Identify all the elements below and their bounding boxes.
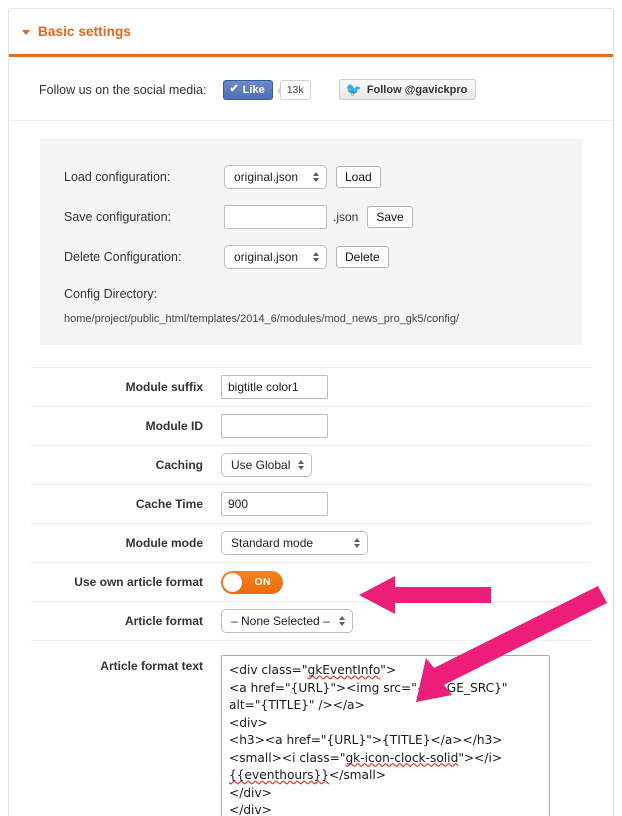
code-line-4: <div>: [229, 715, 268, 730]
twitter-bird-icon: 🐦: [345, 82, 362, 97]
row-article-format-text: Article format text <div class="gkEventI…: [31, 640, 591, 816]
caching-value: Use Global: [231, 458, 291, 472]
module-id-input[interactable]: [221, 414, 328, 438]
load-button[interactable]: Load: [336, 166, 381, 188]
settings-form: Module suffix Module ID Caching Use Glob…: [31, 367, 591, 816]
article-format-text-textarea[interactable]: <div class="gkEventInfo"> <a href="{URL}…: [221, 655, 550, 816]
module-suffix-input[interactable]: [221, 375, 328, 399]
toggle-knob: [223, 572, 242, 592]
page-title: Basic settings: [38, 24, 131, 39]
code-line-5: <h3><a href="{URL}">{TITLE}</a></h3>: [229, 733, 503, 747]
configuration-box: Load configuration: original.json Load S…: [40, 139, 582, 345]
code-line-1-b: gkEventInfo: [307, 663, 381, 677]
social-label: Follow us on the social media:: [39, 82, 207, 97]
module-mode-value: Standard mode: [231, 536, 314, 550]
caching-label: Caching: [155, 458, 203, 472]
chevron-updown-icon: [354, 538, 360, 548]
delete-button[interactable]: Delete: [336, 246, 389, 268]
module-mode-select[interactable]: Standard mode: [221, 531, 368, 555]
row-use-own-article-format: Use own article format ON: [31, 562, 591, 601]
row-module-mode: Module mode Standard mode: [31, 523, 591, 562]
chevron-updown-icon: [313, 252, 319, 262]
config-directory-label: Config Directory:: [64, 287, 158, 301]
facebook-like-button[interactable]: ✔ Like: [223, 79, 273, 100]
code-line-3: alt="{TITLE}" /></a>: [229, 698, 365, 712]
save-button[interactable]: Save: [367, 206, 413, 228]
chevron-updown-icon: [298, 460, 304, 470]
facebook-check-icon: ✔: [229, 83, 239, 95]
panel-header[interactable]: Basic settings: [9, 9, 613, 57]
module-mode-label: Module mode: [125, 536, 203, 550]
social-media-row: Follow us on the social media: ✔ Like 13…: [9, 57, 613, 121]
code-line-2: <a href="{URL}"><img src="{IMAGE_SRC}": [229, 680, 508, 695]
save-configuration-input[interactable]: [224, 205, 327, 229]
code-line-6-c: "></i>: [458, 750, 503, 765]
code-line-6-b: gk-icon-clock-solid: [345, 750, 459, 765]
article-format-value: – None Selected –: [231, 614, 330, 628]
twitter-follow-label: Follow @gavickpro: [366, 83, 468, 96]
chevron-updown-icon: [339, 616, 345, 626]
settings-page: Basic settings Follow us on the social m…: [0, 0, 622, 816]
article-format-select[interactable]: – None Selected –: [221, 609, 353, 633]
basic-settings-panel: Basic settings Follow us on the social m…: [8, 8, 614, 816]
row-caching: Caching Use Global: [31, 445, 591, 484]
facebook-like-label: Like: [242, 83, 265, 96]
chevron-updown-icon: [313, 172, 319, 182]
toggle-state-label: ON: [254, 576, 271, 588]
cache-time-label: Cache Time: [135, 497, 203, 511]
code-line-1-c: ">: [380, 663, 397, 677]
use-own-article-format-label: Use own article format: [74, 575, 203, 589]
code-line-1-a: <div class=": [229, 663, 308, 677]
use-own-article-format-toggle[interactable]: ON: [221, 570, 283, 594]
triangle-down-icon[interactable]: [22, 30, 30, 35]
delete-configuration-label: Delete Configuration:: [64, 250, 182, 264]
module-id-label: Module ID: [145, 419, 203, 433]
code-line-7-b: </small>: [329, 768, 386, 782]
load-configuration-value: original.json: [234, 170, 299, 184]
cache-time-input[interactable]: [221, 492, 328, 516]
code-line-6-a: <small><i class=": [229, 750, 346, 765]
delete-configuration-row: Delete Configuration: original.json Dele…: [40, 237, 582, 277]
article-format-text-label: Article format text: [100, 659, 203, 673]
config-directory-path: home/project/public_html/templates/2014_…: [64, 313, 460, 325]
row-module-id: Module ID: [31, 406, 591, 445]
save-configuration-label: Save configuration:: [64, 210, 172, 224]
delete-configuration-value: original.json: [234, 250, 299, 264]
row-cache-time: Cache Time: [31, 484, 591, 523]
save-configuration-row: Save configuration: .json Save: [40, 197, 582, 237]
caching-select[interactable]: Use Global: [221, 453, 312, 477]
module-suffix-label: Module suffix: [125, 380, 203, 394]
row-article-format: Article format – None Selected –: [31, 601, 591, 640]
load-configuration-select[interactable]: original.json: [224, 165, 327, 189]
facebook-like-count: 13k: [276, 79, 311, 100]
delete-configuration-select[interactable]: original.json: [224, 245, 327, 269]
load-configuration-row: Load configuration: original.json Load: [40, 157, 582, 197]
code-line-9: </div>: [229, 803, 272, 816]
twitter-follow-button[interactable]: 🐦 Follow @gavickpro: [338, 79, 477, 100]
code-line-8: </div>: [229, 785, 272, 800]
json-suffix-label: .json: [333, 210, 359, 224]
load-configuration-label: Load configuration:: [64, 170, 171, 184]
row-module-suffix: Module suffix: [31, 367, 591, 406]
code-line-7-a: {{eventhours}}: [229, 768, 329, 782]
article-format-label: Article format: [124, 614, 203, 628]
